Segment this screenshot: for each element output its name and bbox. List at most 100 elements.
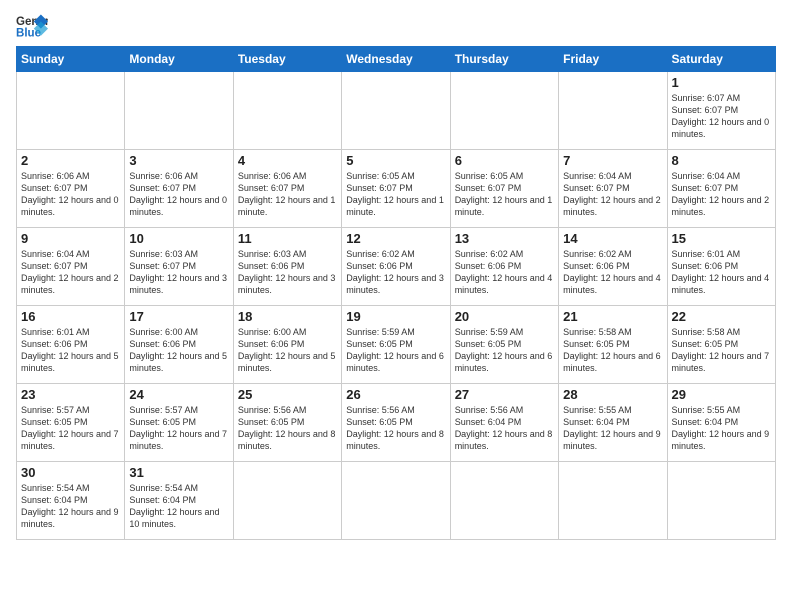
header: General Blue: [16, 12, 776, 40]
day-info: Sunrise: 5:57 AM Sunset: 6:05 PM Dayligh…: [129, 404, 228, 453]
calendar-cell: [17, 72, 125, 150]
day-number: 30: [21, 465, 120, 480]
day-number: 19: [346, 309, 445, 324]
calendar-cell: 26Sunrise: 5:56 AM Sunset: 6:05 PM Dayli…: [342, 384, 450, 462]
logo-icon: General Blue: [16, 12, 48, 40]
calendar-cell: 1 Sunrise: 6:07 AM Sunset: 6:07 PM Daylig…: [667, 72, 775, 150]
day-number: 14: [563, 231, 662, 246]
calendar-cell: [342, 462, 450, 540]
day-number: 22: [672, 309, 771, 324]
calendar-cell: 4 Sunrise: 6:06 AM Sunset: 6:07 PM Daylig…: [233, 150, 341, 228]
day-info: Sunrise: 5:58 AM Sunset: 6:05 PM Dayligh…: [672, 326, 771, 375]
calendar-cell: 20 Sunrise: 5:59 AM Sunset: 6:05 PM Dayli…: [450, 306, 558, 384]
day-info: Sunrise: 6:02 AM Sunset: 6:06 PM Dayligh…: [455, 248, 554, 297]
logo: General Blue: [16, 12, 48, 40]
day-info: Sunrise: 6:05 AM Sunset: 6:07 PM Dayligh…: [455, 170, 554, 219]
calendar-cell: 27 Sunrise: 5:56 AM Sunset: 6:04 PM Dayli…: [450, 384, 558, 462]
calendar-cell: 13Sunrise: 6:02 AM Sunset: 6:06 PM Dayli…: [450, 228, 558, 306]
calendar-cell: [342, 72, 450, 150]
weekday-header-friday: Friday: [559, 47, 667, 72]
day-number: 8: [672, 153, 771, 168]
day-info: Sunrise: 5:56 AM Sunset: 6:05 PM Dayligh…: [238, 404, 337, 453]
day-number: 17: [129, 309, 228, 324]
calendar-cell: [667, 462, 775, 540]
day-info: Sunrise: 5:56 AM Sunset: 6:04 PM Dayligh…: [455, 404, 554, 453]
day-info: Sunrise: 6:02 AM Sunset: 6:06 PM Dayligh…: [346, 248, 445, 297]
day-number: 18: [238, 309, 337, 324]
day-info: Sunrise: 6:06 AM Sunset: 6:07 PM Dayligh…: [129, 170, 228, 219]
calendar-cell: [450, 72, 558, 150]
calendar-cell: 5 Sunrise: 6:05 AM Sunset: 6:07 PM Daylig…: [342, 150, 450, 228]
day-info: Sunrise: 5:59 AM Sunset: 6:05 PM Dayligh…: [346, 326, 445, 375]
weekday-header-monday: Monday: [125, 47, 233, 72]
day-info: Sunrise: 6:07 AM Sunset: 6:07 PM Dayligh…: [672, 92, 771, 141]
day-number: 25: [238, 387, 337, 402]
calendar-cell: 18 Sunrise: 6:00 AM Sunset: 6:06 PM Dayli…: [233, 306, 341, 384]
day-number: 31: [129, 465, 228, 480]
day-info: Sunrise: 6:02 AM Sunset: 6:06 PM Dayligh…: [563, 248, 662, 297]
day-info: Sunrise: 6:00 AM Sunset: 6:06 PM Dayligh…: [129, 326, 228, 375]
week-row-1: 2 Sunrise: 6:06 AM Sunset: 6:07 PM Daylig…: [17, 150, 776, 228]
day-info: Sunrise: 6:01 AM Sunset: 6:06 PM Dayligh…: [21, 326, 120, 375]
weekday-header-row: SundayMondayTuesdayWednesdayThursdayFrid…: [17, 47, 776, 72]
day-number: 16: [21, 309, 120, 324]
calendar-cell: 21 Sunrise: 5:58 AM Sunset: 6:05 PM Dayli…: [559, 306, 667, 384]
day-info: Sunrise: 5:59 AM Sunset: 6:05 PM Dayligh…: [455, 326, 554, 375]
day-number: 4: [238, 153, 337, 168]
calendar-cell: 16 Sunrise: 6:01 AM Sunset: 6:06 PM Dayli…: [17, 306, 125, 384]
calendar-cell: 9 Sunrise: 6:04 AM Sunset: 6:07 PM Daylig…: [17, 228, 125, 306]
day-number: 9: [21, 231, 120, 246]
day-number: 20: [455, 309, 554, 324]
day-number: 21: [563, 309, 662, 324]
day-number: 28: [563, 387, 662, 402]
day-info: Sunrise: 6:04 AM Sunset: 6:07 PM Dayligh…: [563, 170, 662, 219]
day-info: Sunrise: 6:04 AM Sunset: 6:07 PM Dayligh…: [21, 248, 120, 297]
weekday-header-thursday: Thursday: [450, 47, 558, 72]
calendar-cell: [233, 462, 341, 540]
day-number: 29: [672, 387, 771, 402]
day-number: 2: [21, 153, 120, 168]
day-number: 10: [129, 231, 228, 246]
day-info: Sunrise: 6:06 AM Sunset: 6:07 PM Dayligh…: [21, 170, 120, 219]
calendar-cell: 12Sunrise: 6:02 AM Sunset: 6:06 PM Dayli…: [342, 228, 450, 306]
day-info: Sunrise: 5:55 AM Sunset: 6:04 PM Dayligh…: [563, 404, 662, 453]
day-number: 23: [21, 387, 120, 402]
day-number: 3: [129, 153, 228, 168]
calendar-cell: 30 Sunrise: 5:54 AM Sunset: 6:04 PM Dayli…: [17, 462, 125, 540]
day-info: Sunrise: 6:04 AM Sunset: 6:07 PM Dayligh…: [672, 170, 771, 219]
day-number: 24: [129, 387, 228, 402]
calendar-cell: 31 Sunrise: 5:54 AM Sunset: 6:04 PM Dayli…: [125, 462, 233, 540]
day-info: Sunrise: 5:55 AM Sunset: 6:04 PM Dayligh…: [672, 404, 771, 453]
day-number: 1: [672, 75, 771, 90]
weekday-header-wednesday: Wednesday: [342, 47, 450, 72]
day-info: Sunrise: 6:05 AM Sunset: 6:07 PM Dayligh…: [346, 170, 445, 219]
day-info: Sunrise: 5:58 AM Sunset: 6:05 PM Dayligh…: [563, 326, 662, 375]
calendar-cell: 7 Sunrise: 6:04 AM Sunset: 6:07 PM Daylig…: [559, 150, 667, 228]
calendar-page: General Blue SundayMondayTuesdayWednesda…: [0, 0, 792, 612]
day-info: Sunrise: 5:54 AM Sunset: 6:04 PM Dayligh…: [21, 482, 120, 531]
weekday-header-tuesday: Tuesday: [233, 47, 341, 72]
day-number: 5: [346, 153, 445, 168]
calendar-cell: 6 Sunrise: 6:05 AM Sunset: 6:07 PM Daylig…: [450, 150, 558, 228]
day-info: Sunrise: 6:00 AM Sunset: 6:06 PM Dayligh…: [238, 326, 337, 375]
calendar-cell: [450, 462, 558, 540]
calendar-cell: 10Sunrise: 6:03 AM Sunset: 6:07 PM Dayli…: [125, 228, 233, 306]
calendar-cell: 24 Sunrise: 5:57 AM Sunset: 6:05 PM Dayli…: [125, 384, 233, 462]
week-row-3: 16 Sunrise: 6:01 AM Sunset: 6:06 PM Dayli…: [17, 306, 776, 384]
day-info: Sunrise: 5:57 AM Sunset: 6:05 PM Dayligh…: [21, 404, 120, 453]
weekday-header-sunday: Sunday: [17, 47, 125, 72]
calendar-table: SundayMondayTuesdayWednesdayThursdayFrid…: [16, 46, 776, 540]
day-number: 27: [455, 387, 554, 402]
day-info: Sunrise: 6:06 AM Sunset: 6:07 PM Dayligh…: [238, 170, 337, 219]
calendar-cell: 19 Sunrise: 5:59 AM Sunset: 6:05 PM Dayli…: [342, 306, 450, 384]
calendar-cell: [125, 72, 233, 150]
day-number: 6: [455, 153, 554, 168]
calendar-cell: 17 Sunrise: 6:00 AM Sunset: 6:06 PM Dayli…: [125, 306, 233, 384]
day-number: 7: [563, 153, 662, 168]
day-info: Sunrise: 5:54 AM Sunset: 6:04 PM Dayligh…: [129, 482, 228, 531]
calendar-cell: 22 Sunrise: 5:58 AM Sunset: 6:05 PM Dayli…: [667, 306, 775, 384]
weekday-header-saturday: Saturday: [667, 47, 775, 72]
calendar-cell: [559, 462, 667, 540]
calendar-cell: 8 Sunrise: 6:04 AM Sunset: 6:07 PM Daylig…: [667, 150, 775, 228]
calendar-cell: 15Sunrise: 6:01 AM Sunset: 6:06 PM Dayli…: [667, 228, 775, 306]
